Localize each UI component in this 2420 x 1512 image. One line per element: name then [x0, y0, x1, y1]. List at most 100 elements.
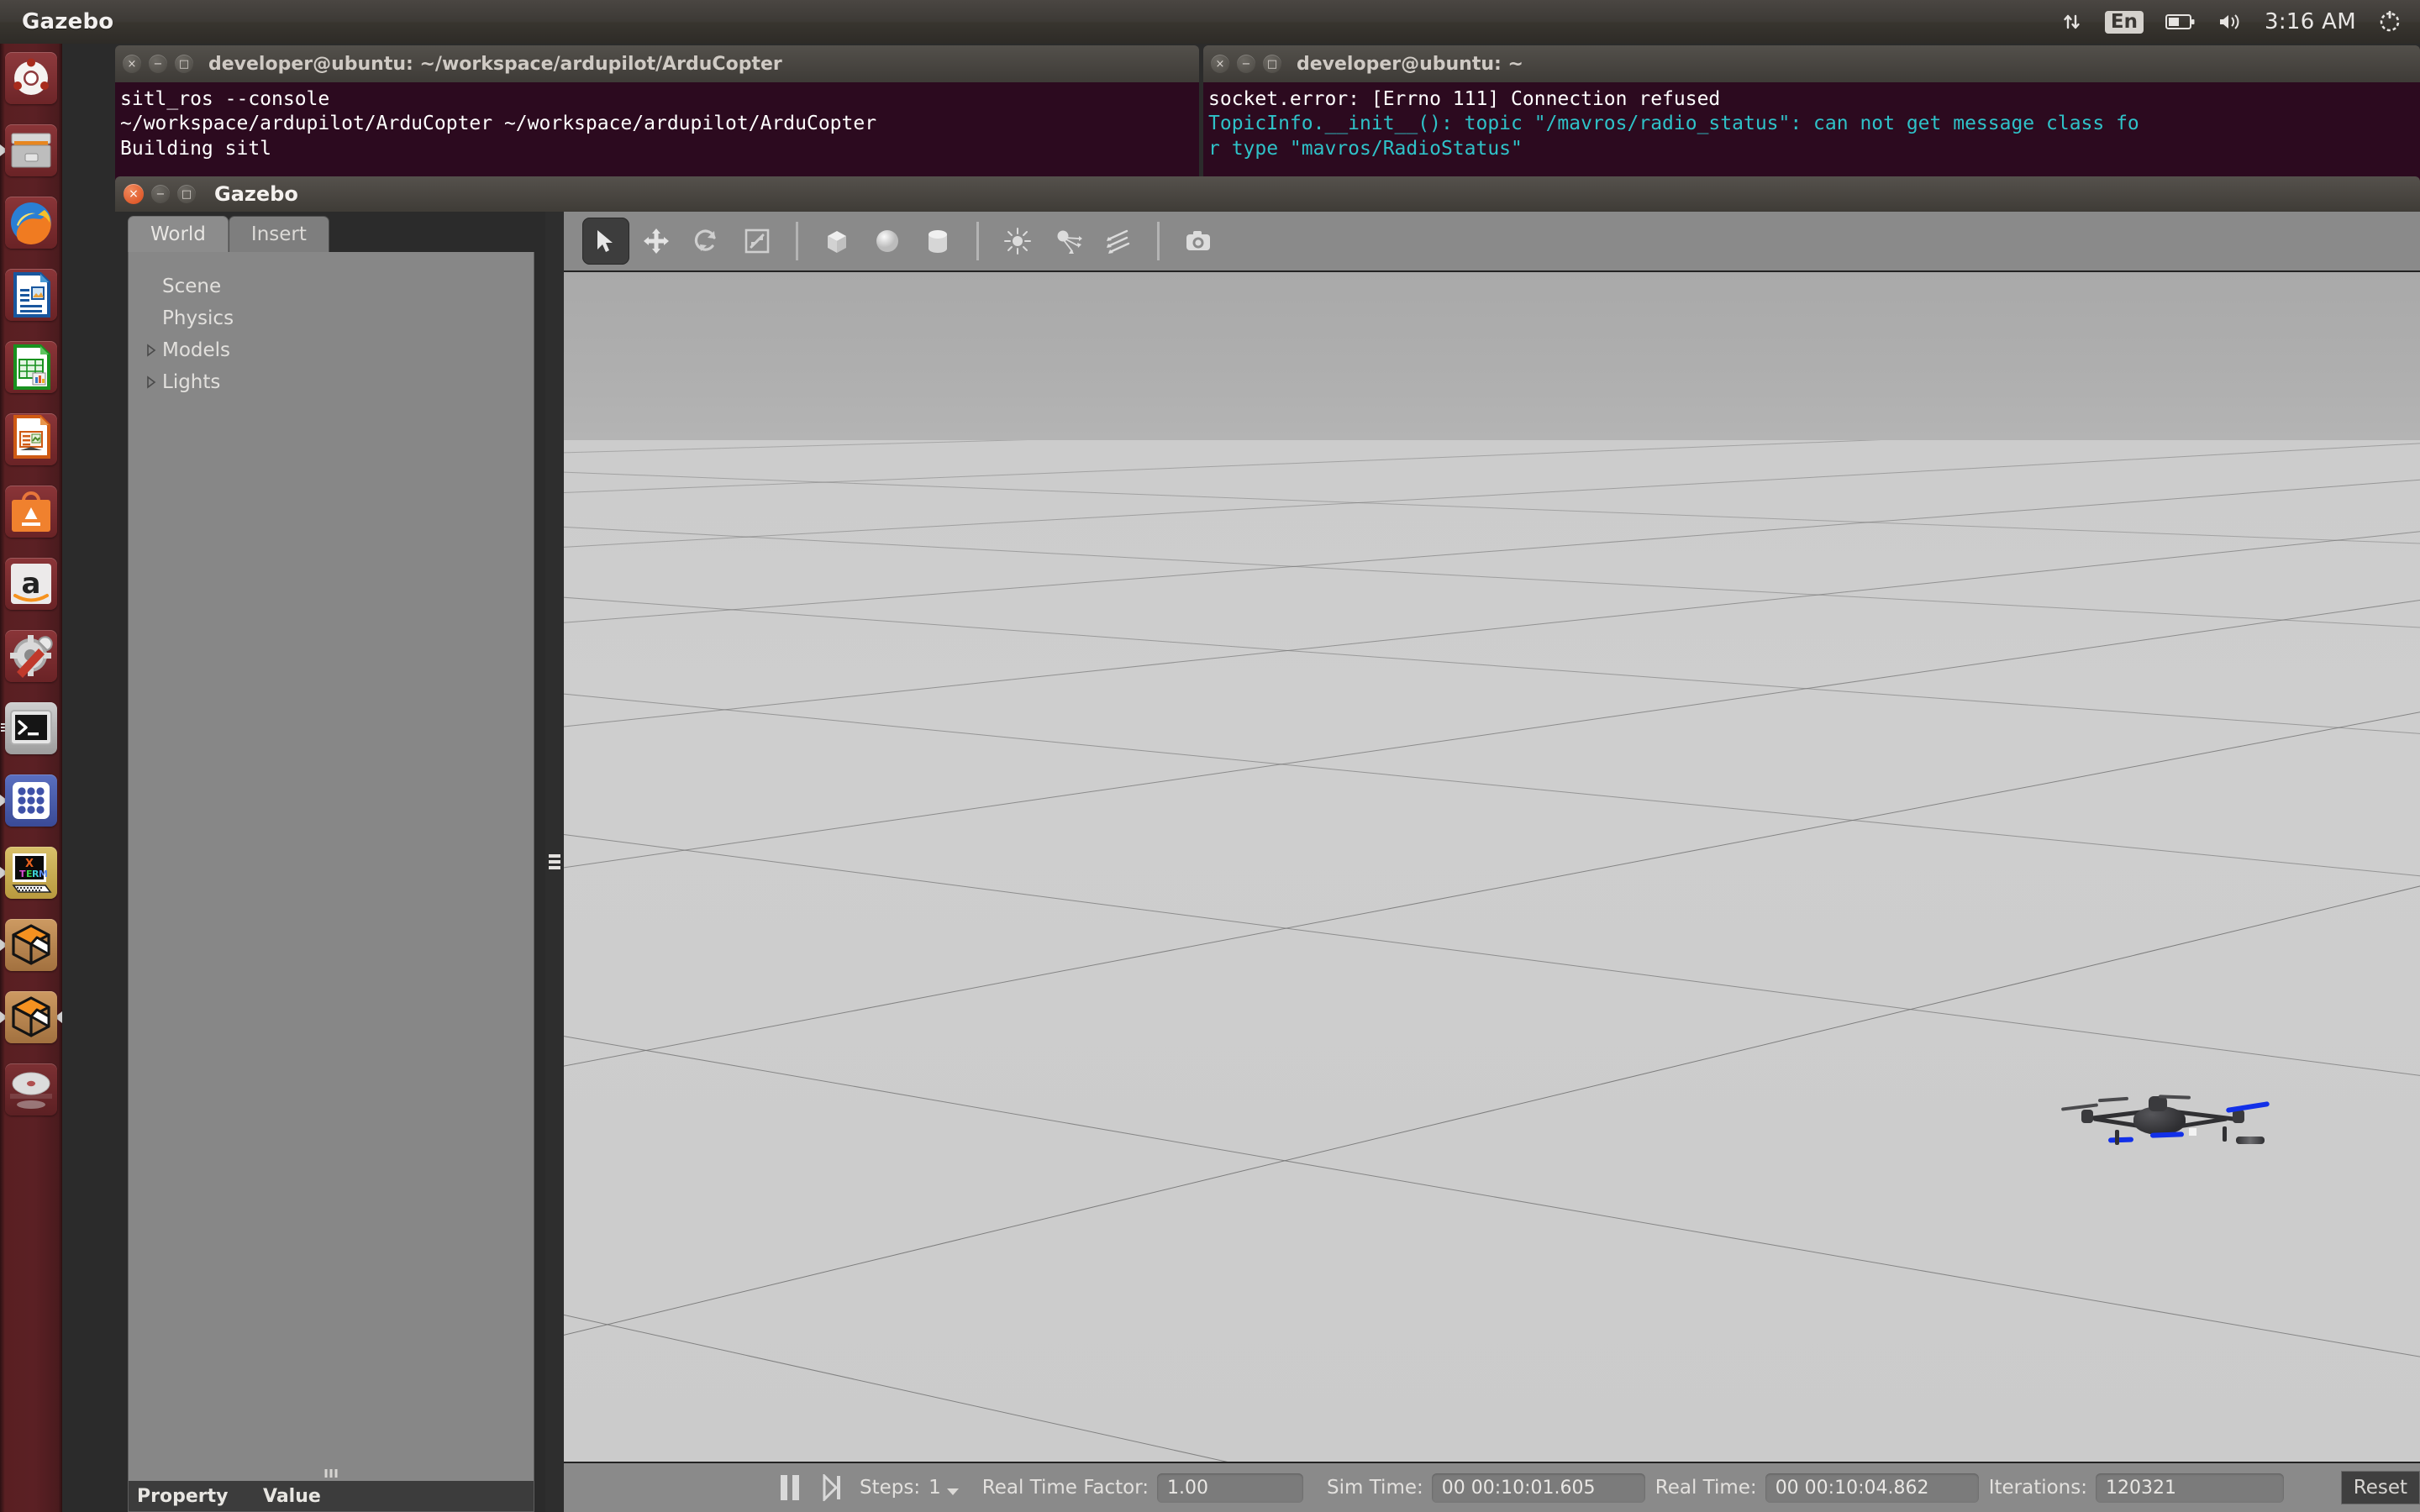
box-icon	[828, 231, 846, 253]
keyboard-indicator[interactable]: En	[2104, 10, 2144, 34]
sim-time-label: Sim Time:	[1327, 1477, 1423, 1499]
launcher-item-firefox[interactable]	[0, 192, 62, 254]
quadcopter-model[interactable]	[2060, 1091, 2270, 1150]
libreoffice-calc-icon	[13, 344, 50, 390]
real-time-label: Real Time:	[1655, 1477, 1757, 1499]
terminal-right-body[interactable]: socket.error: [Errno 111] Connection ref…	[1203, 82, 2420, 185]
launcher-item-system-settings[interactable]	[0, 625, 62, 687]
sphere-tool-button[interactable]	[864, 218, 911, 265]
chevron-down-icon[interactable]	[946, 1488, 959, 1495]
terminal-window-right[interactable]: × − □ developer@ubuntu: ~ socket.error: …	[1203, 45, 2420, 185]
rotate-tool-button[interactable]	[683, 218, 730, 265]
unity-top-panel: Gazebo En 3:16 AM	[0, 0, 2420, 44]
property-value-header: Property Value	[129, 1481, 534, 1511]
desktop-root: Gazebo En 3:16 AM a X T E R M × − □ deve…	[0, 0, 2420, 1512]
keyboard-layout-label: En	[2110, 10, 2139, 33]
terminal-right-titlebar[interactable]: × − □ developer@ubuntu: ~	[1203, 45, 2420, 82]
tree-item-label: Scene	[162, 276, 222, 297]
launcher-item-libreoffice-impress[interactable]	[0, 408, 62, 470]
translate-tool-button[interactable]	[633, 218, 680, 265]
iterations-value: 120321	[2095, 1473, 2284, 1503]
clock-label[interactable]: 3:16 AM	[2265, 9, 2356, 34]
maximize-icon[interactable]: □	[1263, 55, 1281, 73]
network-arrows-icon[interactable]	[2061, 11, 2083, 33]
tree-item-lights[interactable]: Lights	[129, 366, 534, 398]
scale-tool-button[interactable]	[734, 218, 781, 265]
volume-icon[interactable]	[2217, 12, 2243, 32]
launcher-item-terminal[interactable]	[0, 697, 62, 759]
launcher-item-disc[interactable]	[0, 1058, 62, 1121]
move-arrows-icon	[644, 228, 669, 254]
minimize-icon[interactable]: −	[151, 185, 170, 203]
panel-resize-grip[interactable]	[324, 1469, 338, 1478]
power-gear-icon[interactable]	[2378, 10, 2402, 34]
launcher-item-gazebo-2[interactable]	[0, 986, 62, 1048]
disc-icon	[10, 1072, 52, 1109]
terminal-window-left[interactable]: × − □ developer@ubuntu: ~/workspace/ardu…	[115, 45, 1199, 185]
spot-light-tool-button[interactable]	[1044, 218, 1092, 265]
libreoffice-writer-icon	[13, 272, 50, 318]
chevron-right-icon[interactable]	[140, 344, 162, 357]
close-icon[interactable]: ×	[124, 184, 144, 204]
gazebo-icon	[12, 996, 50, 1037]
launcher-item-apps-grid[interactable]	[0, 769, 62, 832]
rotate-icon	[694, 229, 716, 251]
real-time-factor-label: Real Time Factor:	[981, 1477, 1149, 1499]
directional-light-icon	[1107, 229, 1130, 254]
gazebo-window[interactable]: × − □ Gazebo World Insert Scene Physics …	[115, 176, 2420, 1512]
splitter-grip-line	[549, 866, 560, 869]
step-forward-button[interactable]	[821, 1474, 843, 1501]
iterations-label: Iterations:	[1988, 1477, 2087, 1499]
app-menu-title[interactable]: Gazebo	[22, 9, 113, 34]
world-tree[interactable]: Scene Physics Models Lights Property Val…	[128, 252, 534, 1512]
tree-item-scene[interactable]: Scene	[129, 270, 534, 302]
launcher-item-xterm[interactable]: X T E R M	[0, 842, 62, 904]
launcher-item-amazon[interactable]: a	[0, 553, 62, 615]
maximize-icon[interactable]: □	[177, 185, 196, 203]
box-tool-button[interactable]	[813, 218, 860, 265]
chevron-right-icon[interactable]	[140, 375, 162, 389]
launcher-item-ubuntu-dash[interactable]	[0, 47, 62, 109]
toolbar-separator	[796, 222, 798, 260]
property-column-header: Property	[137, 1485, 229, 1507]
minimize-icon[interactable]: −	[1237, 55, 1255, 73]
spot-light-icon	[1057, 230, 1082, 254]
launcher-item-files[interactable]	[0, 119, 62, 181]
tree-item-physics[interactable]: Physics	[129, 302, 534, 334]
launcher-item-gazebo-1[interactable]	[0, 914, 62, 976]
terminal-left-titlebar[interactable]: × − □ developer@ubuntu: ~/workspace/ardu…	[115, 45, 1199, 82]
gazebo-titlebar[interactable]: × − □ Gazebo	[115, 176, 2420, 212]
maximize-icon[interactable]: □	[175, 55, 193, 73]
launcher-item-libreoffice-writer[interactable]	[0, 264, 62, 326]
cylinder-tool-button[interactable]	[914, 218, 961, 265]
directional-light-tool-button[interactable]	[1095, 218, 1142, 265]
panel-splitter[interactable]	[545, 212, 564, 1512]
sky-background	[564, 272, 2420, 440]
screenshot-tool-button[interactable]	[1175, 218, 1222, 265]
point-light-tool-button[interactable]	[994, 218, 1041, 265]
tab-insert[interactable]: Insert	[228, 216, 329, 252]
tab-world[interactable]: World	[128, 216, 229, 252]
tree-item-models[interactable]: Models	[129, 334, 534, 366]
amazon-icon: a	[11, 564, 51, 604]
close-icon[interactable]: ×	[1211, 55, 1229, 73]
terminal-line: TopicInfo.__init__(): topic "/mavros/rad…	[1208, 113, 2139, 135]
real-time-value: 00 00:10:04.862	[1765, 1473, 1979, 1503]
splitter-grip-line	[549, 854, 560, 858]
pause-button[interactable]	[781, 1475, 799, 1500]
close-icon[interactable]: ×	[123, 55, 141, 73]
gazebo-3d-viewport[interactable]	[564, 272, 2420, 1462]
files-icon	[11, 133, 51, 168]
sim-time-value: 00 00:10:01.605	[1431, 1473, 1645, 1503]
steps-value[interactable]: 1	[929, 1477, 941, 1499]
scale-icon	[744, 228, 770, 254]
gazebo-tabs: World Insert	[115, 212, 545, 252]
launcher-item-libreoffice-calc[interactable]	[0, 336, 62, 398]
terminal-left-title: developer@ubuntu: ~/workspace/ardupilot/…	[208, 53, 782, 75]
launcher-item-ubuntu-software[interactable]	[0, 480, 62, 543]
select-tool-button[interactable]	[582, 218, 629, 265]
minimize-icon[interactable]: −	[149, 55, 167, 73]
terminal-left-body[interactable]: sitl_ros --console ~/workspace/ardupilot…	[115, 82, 1199, 185]
reset-button[interactable]: Reset	[2340, 1471, 2420, 1504]
battery-icon[interactable]	[2165, 13, 2196, 31]
